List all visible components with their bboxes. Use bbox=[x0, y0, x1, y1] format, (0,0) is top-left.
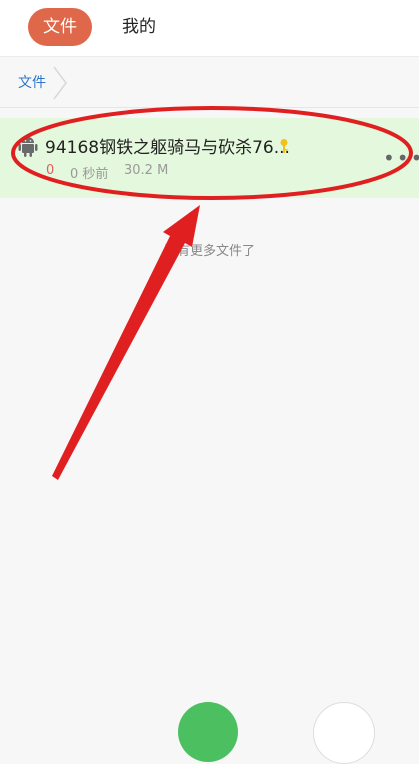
file-name: 94168钢铁之躯骑马与砍杀76... bbox=[45, 138, 290, 158]
android-icon bbox=[18, 137, 38, 157]
annotation-overlay bbox=[11, 106, 413, 480]
file-count: 0 bbox=[46, 163, 55, 178]
breadcrumb-item-files[interactable]: 文件 bbox=[18, 72, 46, 92]
primary-action-button[interactable] bbox=[178, 702, 238, 762]
empty-list-message: 没有更多文件了 bbox=[163, 244, 255, 259]
chevron-right-icon bbox=[53, 66, 67, 100]
top-tab-bar: 文件 我的 bbox=[0, 0, 419, 57]
file-list-item[interactable]: 94168钢铁之躯骑马与砍杀76... 0 0 秒前 30.2 M ••• bbox=[0, 118, 419, 198]
tab-mine[interactable]: 我的 bbox=[122, 8, 156, 46]
file-time: 0 秒前 bbox=[70, 167, 109, 182]
secondary-action-button[interactable] bbox=[313, 702, 375, 764]
more-icon[interactable]: ••• bbox=[383, 148, 419, 168]
file-size: 30.2 M bbox=[124, 163, 169, 178]
breadcrumb: 文件 bbox=[0, 57, 419, 108]
key-icon bbox=[280, 139, 288, 153]
tab-files[interactable]: 文件 bbox=[28, 8, 92, 46]
